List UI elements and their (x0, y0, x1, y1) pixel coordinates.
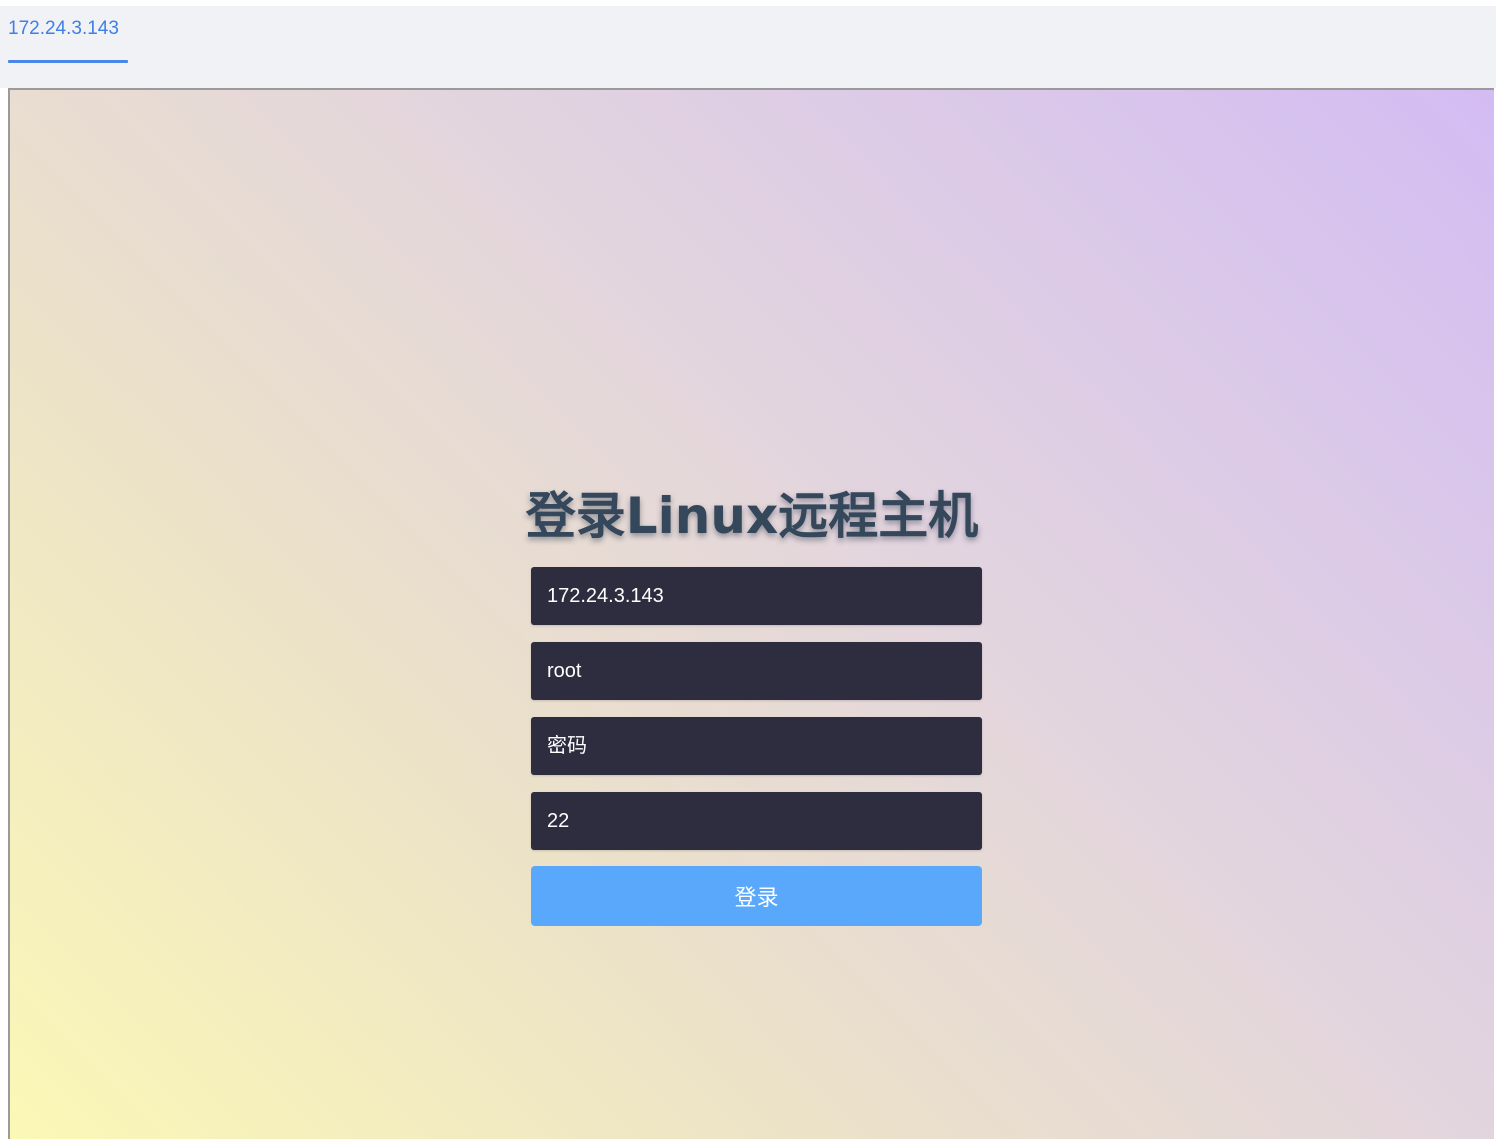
page-title: 登录Linux远程主机 (525, 487, 979, 545)
active-tab-indicator (8, 60, 128, 63)
port-input[interactable] (531, 792, 982, 850)
tab-host[interactable]: 172.24.3.143 (8, 6, 128, 64)
tab-host-label: 172.24.3.143 (8, 18, 119, 39)
username-input[interactable] (531, 642, 982, 700)
password-input[interactable] (531, 717, 982, 775)
host-input[interactable] (531, 567, 982, 625)
login-button[interactable]: 登录 (531, 866, 982, 926)
login-page: 登录Linux远程主机 登录 (8, 88, 1494, 1139)
tab-bar: 172.24.3.143 (0, 6, 1496, 88)
login-form: 登录 (531, 567, 982, 926)
